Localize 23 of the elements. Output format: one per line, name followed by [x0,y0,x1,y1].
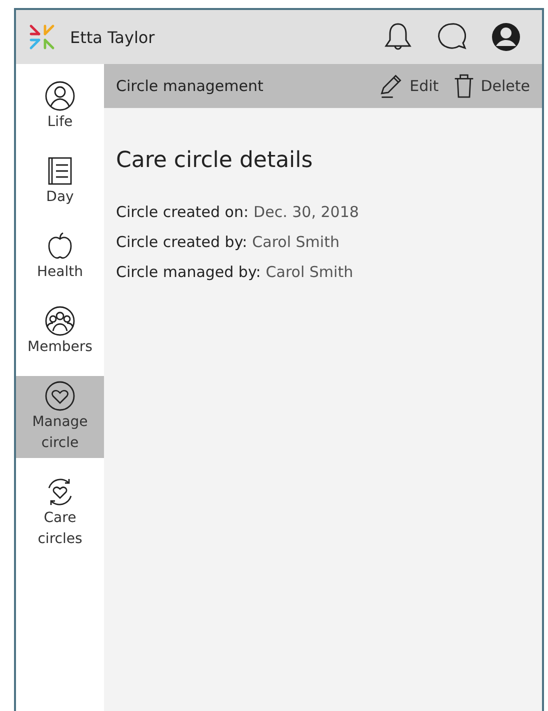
field-label: Circle created by: [116,233,248,251]
field-value: Dec. 30, 2018 [254,203,359,221]
nav-item[interactable]: Members [16,301,104,362]
field-value: Carol Smith [252,233,340,251]
field-label: Circle created on: [116,203,249,221]
avatar-icon[interactable] [490,21,522,53]
delete-button[interactable]: Delete [448,71,534,101]
section-title: Circle management [116,77,264,95]
pencil-icon [378,73,404,99]
nav-item[interactable]: Day [16,151,104,212]
nav-item[interactable]: Life [16,76,104,137]
page-heading: Care circle details [116,148,314,173]
person-icon [44,80,76,112]
field-value: Carol Smith [266,263,354,281]
nav-item[interactable]: Care circles [16,472,104,554]
nav-item[interactable]: Manage circle [16,376,104,458]
nav-item[interactable]: Health [16,226,104,287]
field-label: Circle managed by: [116,263,261,281]
user-name: Etta Taylor [70,28,155,46]
edit-button[interactable]: Edit [374,71,443,101]
group-icon [44,305,76,337]
logo-icon [28,23,56,51]
trash-icon [452,73,475,99]
